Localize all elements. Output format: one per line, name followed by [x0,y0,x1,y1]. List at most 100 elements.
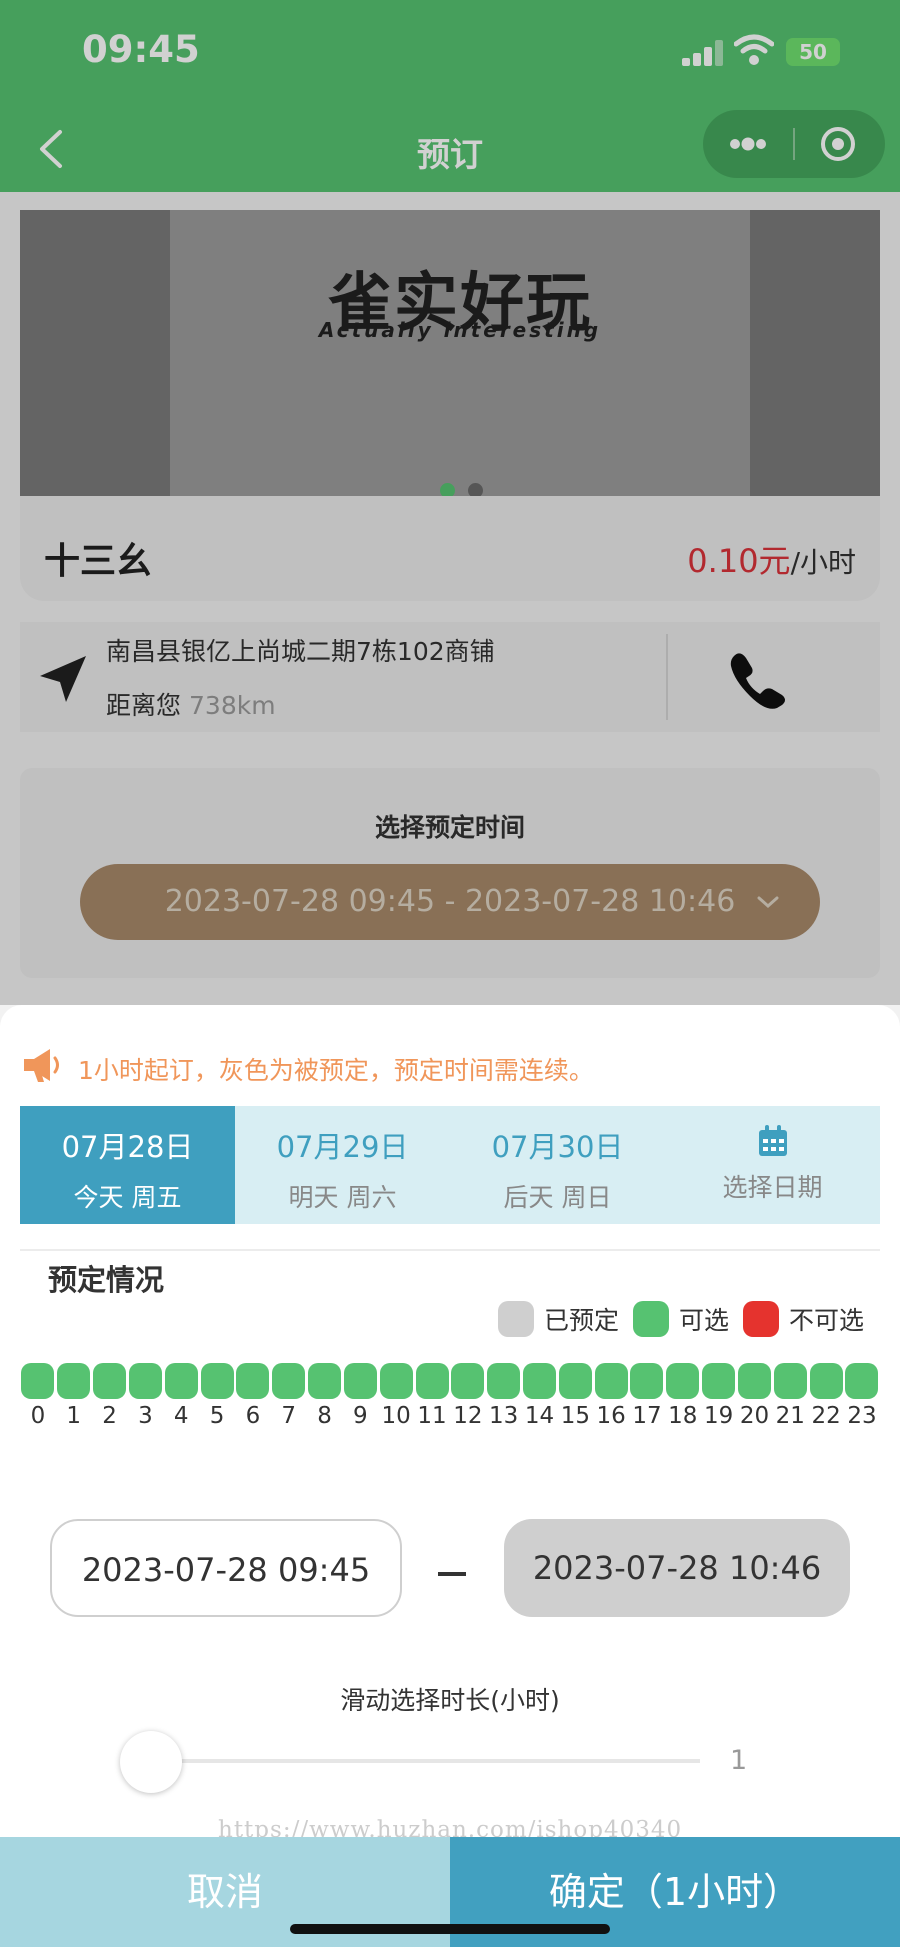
hour-slot[interactable] [307,1363,343,1399]
hour-label: 4 [173,1403,189,1429]
hour-slot[interactable] [808,1363,844,1399]
hour-slot[interactable] [701,1363,737,1399]
hour-label: 8 [317,1403,332,1429]
hour-label: 23 [847,1403,877,1429]
hour-label: 5 [209,1403,225,1429]
date-tab-today[interactable]: 07月28日 今天 周五 [20,1106,235,1224]
hour-slot[interactable] [772,1363,808,1399]
hour-label: 12 [453,1403,483,1429]
hour-slot[interactable] [737,1363,773,1399]
hour-slot[interactable] [20,1363,56,1399]
hour-slot-block [737,1363,771,1399]
megaphone-icon [24,1049,59,1082]
legend-label-booked: 已预定 [543,1306,619,1335]
hour-slot-block [845,1363,879,1399]
date-tab-pick-date[interactable]: 选择日期 [665,1106,880,1224]
divider [20,1249,880,1251]
hour-slot-block [164,1363,198,1399]
hour-label: 15 [560,1403,590,1429]
end-time-field[interactable]: 2023-07-28 10:46 [504,1519,850,1617]
hour-slot-block [21,1363,55,1399]
hour-slot-block [594,1363,628,1399]
hour-slot[interactable] [629,1363,665,1399]
hour-slot[interactable] [665,1363,701,1399]
hour-label: 21 [775,1403,805,1429]
hour-slot[interactable] [271,1363,307,1399]
hour-slot[interactable] [593,1363,629,1399]
hour-slot[interactable] [414,1363,450,1399]
date-tab-day-after[interactable]: 07月30日 后天 周日 [450,1106,665,1224]
hour-label: 14 [524,1403,555,1429]
hour-slot-block [379,1363,413,1399]
hour-slot-block [666,1363,700,1399]
legend-swatch-booked [497,1301,534,1337]
legend-label-unavailable: 不可选 [788,1306,864,1335]
home-indicator [290,1924,610,1934]
hour-slot-block [343,1363,377,1399]
hour-slot-block [93,1363,127,1399]
date-tab-weekday: 后天 周日 [503,1183,612,1212]
hour-slot-block [558,1363,592,1399]
duration-slider-track[interactable] [150,1759,700,1763]
hour-slots [20,1363,880,1399]
hour-slot[interactable] [378,1363,414,1399]
hour-slot-block [128,1363,162,1399]
date-tab-date: 07月29日 [276,1130,409,1164]
hour-slot[interactable] [235,1363,271,1399]
hour-label: 2 [102,1403,117,1429]
legend-swatch-available [632,1301,669,1337]
hour-label: 22 [811,1403,841,1429]
duration-slider-thumb[interactable] [120,1731,182,1793]
hour-label: 10 [381,1403,411,1429]
start-time-field[interactable]: 2023-07-28 09:45 [50,1519,402,1617]
hour-slot-block [200,1363,234,1399]
booking-status-title: 预定情况 [48,1263,165,1297]
calendar-icon [758,1125,787,1156]
hour-labels: 0 1 2 3 4 5 6 7 8 9 10 11 12 13 14 15 16 17 18 19 20 21 22 23 [20,1403,880,1433]
hour-slot[interactable] [450,1363,486,1399]
hour-label: 17 [632,1403,662,1429]
hour-label: 16 [596,1403,626,1429]
hour-label: 19 [704,1403,734,1429]
hour-slot[interactable] [844,1363,880,1399]
hour-slot-block [308,1363,342,1399]
date-tabs: 07月28日 今天 周五 07月29日 明天 周六 07月30日 后天 周日 选… [20,1106,880,1224]
booking-sheet: 1小时起订，灰色为被预定，预定时间需连续。 07月28日 今天 周五 07月29… [0,1005,900,1947]
hour-slot-block [451,1363,485,1399]
hour-slot[interactable] [56,1363,92,1399]
hour-label: 6 [245,1403,261,1429]
hour-slot-block [57,1363,91,1399]
hour-label: 13 [489,1403,519,1429]
date-tab-date: 07月30日 [491,1130,624,1164]
hour-label: 1 [66,1403,82,1429]
hour-slot-block [415,1363,449,1399]
date-tab-tomorrow[interactable]: 07月29日 明天 周六 [235,1106,450,1224]
hour-slot-block [773,1363,807,1399]
duration-slider-label: 滑动选择时长(小时) [340,1686,560,1715]
hour-label: 11 [417,1403,447,1429]
date-tab-date: 07月28日 [61,1130,194,1164]
hour-slot-block [487,1363,521,1399]
hour-slot[interactable] [199,1363,235,1399]
legend-label-available: 可选 [678,1306,729,1335]
hour-slot[interactable] [92,1363,128,1399]
modal-mask[interactable] [0,0,900,1005]
hour-slot-block [702,1363,736,1399]
date-tab-weekday: 明天 周六 [288,1183,397,1212]
date-tab-weekday: 今天 周五 [73,1183,182,1212]
hour-slot[interactable] [163,1363,199,1399]
hour-slot[interactable] [342,1363,378,1399]
hour-slot-block [272,1363,306,1399]
hour-slot[interactable] [127,1363,163,1399]
hour-slot[interactable] [486,1363,522,1399]
hour-slot-block [236,1363,270,1399]
hour-slot-block [630,1363,664,1399]
hour-label: 0 [30,1403,46,1429]
hour-slot[interactable] [557,1363,593,1399]
range-dash [438,1572,466,1576]
legend-swatch-unavailable [742,1301,779,1337]
hour-label: 9 [353,1403,368,1429]
hour-label: 7 [281,1403,297,1429]
notice-text: 1小时起订，灰色为被预定，预定时间需连续。 [78,1056,594,1085]
hour-slot[interactable] [522,1363,558,1399]
